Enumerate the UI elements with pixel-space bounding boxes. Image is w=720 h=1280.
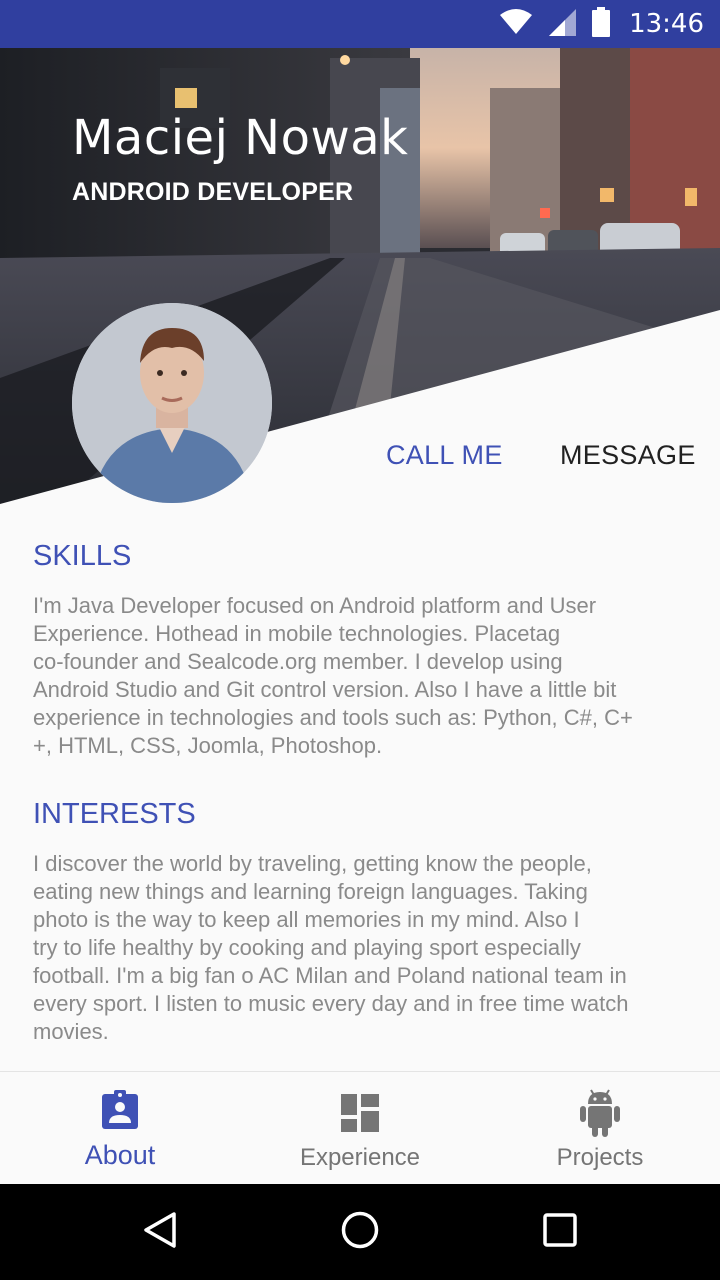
avatar bbox=[72, 303, 272, 503]
signal-icon bbox=[547, 7, 577, 42]
nav-item-projects[interactable]: Projects bbox=[480, 1072, 720, 1185]
status-bar: 13:46 bbox=[0, 0, 720, 48]
home-button[interactable] bbox=[300, 1184, 420, 1280]
profile-name: Maciej Nowak bbox=[72, 110, 409, 166]
nav-item-about[interactable]: About bbox=[0, 1072, 240, 1185]
skills-line: Experience. Hothead in mobile technologi… bbox=[33, 621, 561, 646]
skills-line: experience in technologies and tools suc… bbox=[33, 705, 633, 730]
about-badge-icon bbox=[101, 1090, 139, 1135]
skills-text: I'm Java Developer focused on Android pl… bbox=[33, 592, 693, 760]
message-button[interactable]: MESSAGE bbox=[560, 440, 696, 471]
home-icon bbox=[340, 1210, 380, 1255]
status-time: 13:46 bbox=[629, 9, 704, 39]
bottom-navigation: About Experience Projects bbox=[0, 1071, 720, 1184]
recents-icon bbox=[543, 1212, 577, 1252]
interests-line: football. I'm a big fan o AC Milan and P… bbox=[33, 963, 627, 988]
nav-label-about: About bbox=[84, 1140, 156, 1170]
skills-line: Android Studio and Git control version. … bbox=[33, 677, 617, 702]
interests-text: I discover the world by traveling, getti… bbox=[33, 850, 693, 1046]
battery-icon bbox=[591, 6, 611, 42]
nav-item-experience[interactable]: Experience bbox=[240, 1072, 480, 1185]
back-button[interactable] bbox=[100, 1184, 220, 1280]
call-me-button[interactable]: CALL ME bbox=[386, 440, 503, 471]
interests-title: INTERESTS bbox=[33, 798, 196, 830]
system-navigation-bar bbox=[0, 1184, 720, 1280]
skills-line: I'm Java Developer focused on Android pl… bbox=[33, 593, 597, 618]
interests-line: photo is the way to keep all memories in… bbox=[33, 907, 580, 932]
back-icon bbox=[142, 1211, 178, 1254]
nav-label-experience: Experience bbox=[299, 1144, 421, 1171]
interests-line: try to life healthy by cooking and playi… bbox=[33, 935, 581, 960]
interests-line: eating new things and learning foreign l… bbox=[33, 879, 588, 904]
interests-line: I discover the world by traveling, getti… bbox=[33, 851, 592, 876]
status-icons: 13:46 bbox=[499, 0, 704, 48]
dashboard-icon bbox=[341, 1094, 379, 1137]
skills-line: +, HTML, CSS, Joomla, Photoshop. bbox=[33, 733, 383, 758]
skills-title: SKILLS bbox=[33, 540, 132, 572]
wifi-icon bbox=[499, 8, 533, 40]
profile-role: ANDROID DEVELOPER bbox=[72, 178, 354, 206]
android-icon bbox=[579, 1088, 621, 1143]
interests-line: every sport. I listen to music every day… bbox=[33, 991, 629, 1016]
nav-label-projects: Projects bbox=[556, 1144, 644, 1171]
recents-button[interactable] bbox=[500, 1184, 620, 1280]
interests-line: movies. bbox=[33, 1019, 109, 1044]
skills-line: co-founder and Sealcode.org member. I de… bbox=[33, 649, 563, 674]
